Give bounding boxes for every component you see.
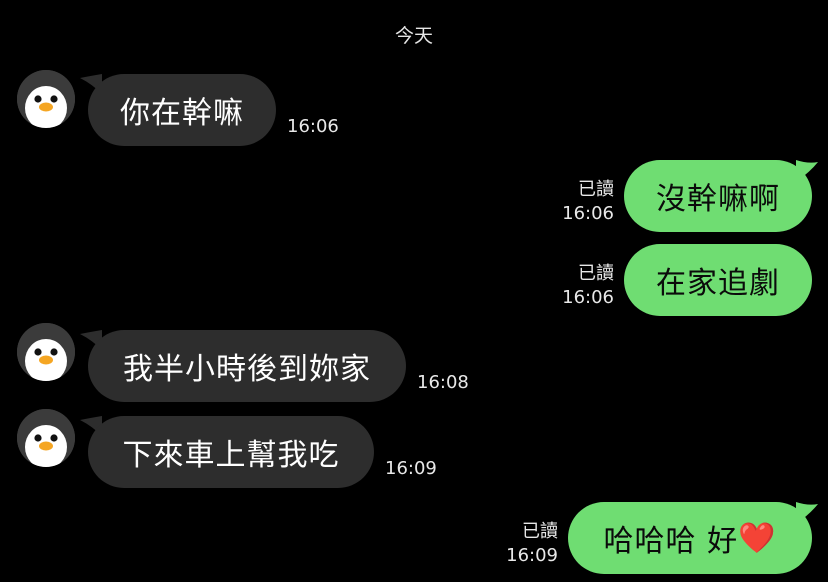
message-text: 你在幹嘛: [120, 96, 244, 131]
message-bubble[interactable]: 哈哈哈 好 ❤️: [568, 502, 812, 574]
message-bubble[interactable]: 你在幹嘛: [88, 74, 276, 146]
message-time: 16:09: [506, 545, 558, 566]
message-text: 下來車上幫我吃: [122, 438, 340, 473]
message-text: 在家追劇: [656, 266, 780, 301]
message-text: 我半小時後到妳家: [123, 352, 371, 387]
penguin-icon: [17, 70, 75, 128]
contact-avatar[interactable]: [17, 70, 75, 128]
message-meta: 已讀 16:06: [562, 262, 614, 310]
read-receipt: 已讀: [578, 263, 614, 284]
message-time: 16:06: [562, 287, 614, 308]
message-time: 16:06: [287, 116, 339, 137]
message-bubble[interactable]: 下來車上幫我吃: [88, 416, 374, 488]
message-time: 16:08: [417, 372, 469, 393]
message-meta: 已讀 16:06: [562, 178, 614, 226]
message-text: 哈哈哈 好: [603, 524, 739, 559]
heart-emoji-icon: ❤️: [738, 520, 777, 556]
message-time: 16:06: [562, 203, 614, 224]
message-bubble[interactable]: 在家追劇: [624, 244, 812, 316]
penguin-icon: [17, 409, 75, 467]
penguin-icon: [17, 323, 75, 381]
message-text: 沒幹嘛啊: [656, 182, 780, 217]
message-bubble[interactable]: 沒幹嘛啊: [624, 160, 812, 232]
date-divider: 今天: [394, 25, 433, 47]
message-time: 16:09: [385, 458, 437, 479]
read-receipt: 已讀: [522, 521, 558, 542]
contact-avatar[interactable]: [17, 409, 75, 467]
message-bubble[interactable]: 我半小時後到妳家: [88, 330, 406, 402]
read-receipt: 已讀: [578, 179, 614, 200]
message-meta: 已讀 16:09: [506, 520, 558, 568]
contact-avatar[interactable]: [17, 323, 75, 381]
